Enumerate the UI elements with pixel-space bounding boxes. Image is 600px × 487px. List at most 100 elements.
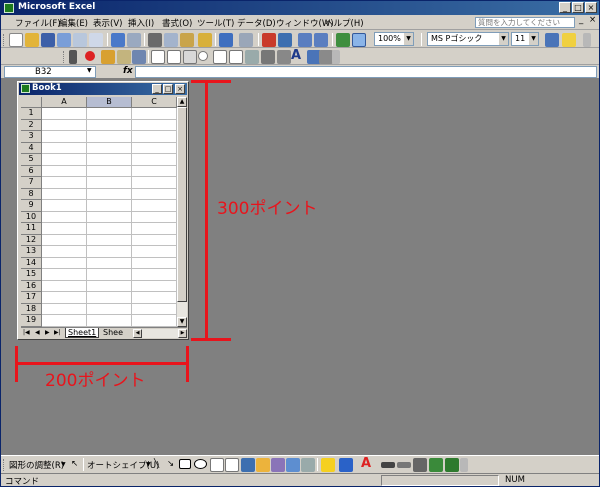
toolbar-options-icon[interactable]: [583, 33, 591, 47]
open-icon[interactable]: [25, 33, 39, 47]
checkbox-tool-icon[interactable]: [151, 50, 165, 64]
workbook-close-button[interactable]: ×: [175, 84, 185, 94]
scroll-left-icon[interactable]: ◀: [133, 329, 142, 338]
row-header[interactable]: 7: [21, 177, 42, 189]
combobox-tool-icon[interactable]: [229, 50, 243, 64]
zoom-select[interactable]: 100% ▼: [374, 32, 414, 46]
view-code-icon[interactable]: [132, 50, 146, 64]
design-mode-icon[interactable]: [101, 50, 115, 64]
font-select[interactable]: MS Pゴシック ▼: [427, 32, 509, 46]
line-style-icon[interactable]: [381, 462, 395, 468]
record-icon[interactable]: [85, 51, 95, 61]
horizontal-scrollbar[interactable]: ◀ ▶: [133, 329, 187, 338]
font-color-icon[interactable]: A: [361, 456, 371, 471]
row-header[interactable]: 15: [21, 269, 42, 281]
chevron-down-icon[interactable]: ▼: [87, 67, 92, 74]
row-header[interactable]: 5: [21, 154, 42, 166]
row-header[interactable]: 16: [21, 280, 42, 292]
prev-sheet-icon[interactable]: ◀: [35, 329, 40, 336]
toolbar-grip[interactable]: [3, 34, 6, 46]
menu-data[interactable]: データ(D): [237, 17, 276, 29]
listbox-tool-icon[interactable]: [213, 50, 227, 64]
first-sheet-icon[interactable]: |◀: [23, 329, 30, 336]
menu-insert[interactable]: 挿入(I): [128, 17, 154, 29]
menu-edit[interactable]: 編集(E): [59, 17, 88, 29]
sort-ascending-icon[interactable]: [298, 33, 312, 47]
row-header[interactable]: 13: [21, 246, 42, 258]
row-header[interactable]: 14: [21, 257, 42, 269]
properties-icon[interactable]: [117, 50, 131, 64]
option-tool-icon[interactable]: [198, 51, 208, 61]
row-header[interactable]: 4: [21, 142, 42, 154]
row-header[interactable]: 3: [21, 131, 42, 143]
row-header[interactable]: 17: [21, 292, 42, 304]
textbox-tool-icon[interactable]: [167, 50, 181, 64]
toolbar-grip[interactable]: [3, 459, 6, 471]
next-sheet-icon[interactable]: ▶: [45, 329, 50, 336]
name-box[interactable]: B32: [4, 66, 96, 78]
vertical-scrollbar[interactable]: ▲ ▼: [177, 97, 187, 327]
label-tool-icon[interactable]: A: [291, 48, 305, 63]
tab-sheet1[interactable]: Sheet1: [65, 328, 100, 338]
autosum-icon[interactable]: [278, 33, 292, 47]
scroll-right-icon[interactable]: ▶: [178, 329, 187, 338]
toggle-tool-icon[interactable]: [245, 50, 259, 64]
font-size-select[interactable]: 11 ▼: [511, 32, 539, 46]
print-preview-icon[interactable]: [89, 33, 103, 47]
shadow-icon[interactable]: [429, 458, 443, 472]
draw-menu-button[interactable]: 図形の調整(R): [9, 459, 64, 471]
formula-input[interactable]: [135, 66, 597, 78]
rectangle-icon[interactable]: [179, 459, 191, 469]
redo-icon[interactable]: [239, 33, 253, 47]
sheet-grid[interactable]: ABC 1 2 3 4 5 6 7 8 9 10 11 12 13 14 15 16 17 18 19: [21, 97, 177, 327]
row-header[interactable]: 6: [21, 165, 42, 177]
workbook-minimize-button[interactable]: _: [152, 84, 162, 94]
fill-color-icon[interactable]: [562, 33, 576, 47]
line-color-icon[interactable]: [339, 458, 353, 472]
scroll-thumb[interactable]: [177, 107, 187, 302]
spelling-icon[interactable]: [111, 33, 125, 47]
wordart-icon[interactable]: [241, 458, 255, 472]
clipart-icon[interactable]: [271, 458, 285, 472]
row-header[interactable]: 12: [21, 234, 42, 246]
tab-sheet2[interactable]: Shee: [101, 328, 125, 338]
last-sheet-icon[interactable]: ▶|: [54, 329, 61, 336]
rotate-icon[interactable]: [301, 458, 315, 472]
button-tool-icon[interactable]: [183, 50, 197, 64]
menu-tools[interactable]: ツール(T): [197, 17, 234, 29]
more-controls-icon[interactable]: [319, 50, 333, 64]
diagram-icon[interactable]: [256, 458, 270, 472]
row-header[interactable]: 11: [21, 223, 42, 235]
dash-style-icon[interactable]: [397, 462, 411, 468]
drawing-toggle-icon[interactable]: [352, 33, 366, 47]
menu-view[interactable]: 表示(V): [93, 17, 122, 29]
new-icon[interactable]: [9, 33, 23, 47]
arrow-icon[interactable]: ↘: [167, 459, 174, 469]
paste-icon[interactable]: [180, 33, 194, 47]
toolbar-grip[interactable]: [63, 51, 66, 63]
row-header[interactable]: 2: [21, 119, 42, 131]
scrollbar-tool-icon[interactable]: [277, 50, 291, 64]
arrow-style-icon[interactable]: [413, 458, 427, 472]
doc-close-button[interactable]: ×: [589, 15, 596, 25]
borders-icon[interactable]: [545, 33, 559, 47]
workbook-title-bar[interactable]: Book1 _ □ ×: [19, 83, 187, 95]
help-search-input[interactable]: 質問を入力してください: [475, 17, 575, 28]
copy-icon[interactable]: [164, 33, 178, 47]
3d-icon[interactable]: [445, 458, 459, 472]
doc-minimize-button[interactable]: _: [579, 15, 583, 25]
permission-icon[interactable]: [57, 33, 71, 47]
scroll-up-icon[interactable]: ▲: [177, 97, 187, 107]
minimize-button[interactable]: _: [559, 2, 571, 13]
toolbar-options-icon[interactable]: [332, 50, 340, 64]
insert-picture-icon[interactable]: [286, 458, 300, 472]
text-box-icon[interactable]: [210, 458, 224, 472]
cut-icon[interactable]: [148, 33, 162, 47]
run-icon[interactable]: [69, 50, 77, 64]
column-header[interactable]: A: [42, 97, 87, 108]
row-header[interactable]: 18: [21, 303, 42, 315]
column-header[interactable]: C: [132, 97, 177, 108]
research-icon[interactable]: [127, 33, 141, 47]
format-painter-icon[interactable]: [198, 33, 212, 47]
hyperlink-icon[interactable]: [262, 33, 276, 47]
